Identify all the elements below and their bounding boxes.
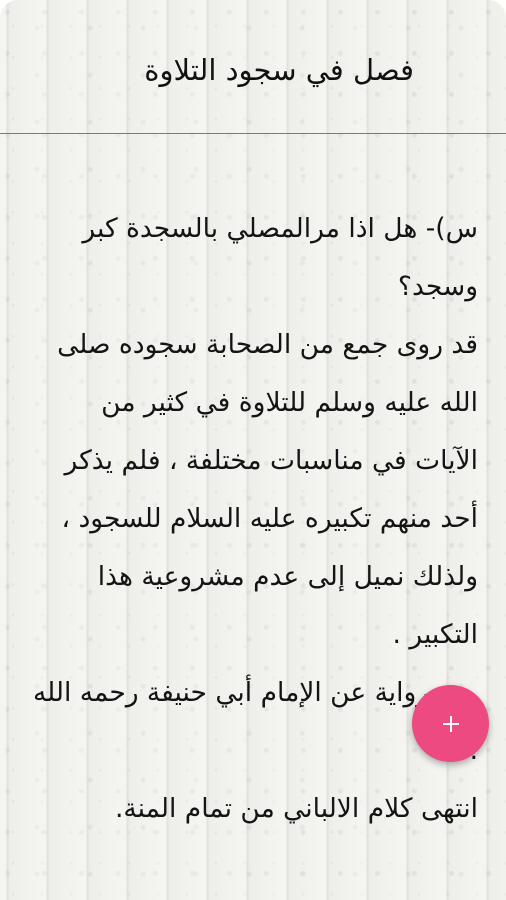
add-fab-button[interactable] — [412, 685, 489, 762]
plus-icon — [442, 715, 459, 732]
question-paragraph: س)- هل اذا مرالمصلي بالسجدة كبر وسجد؟ — [82, 213, 478, 302]
answer-paragraph: قد روى جمع من الصحابة سجوده صلى الله علي… — [57, 329, 478, 650]
app-screen: فصل في سجود التلاوة س)- هل اذا مرالمصلي … — [0, 0, 506, 900]
page-title: فصل في سجود التلاوة — [144, 53, 414, 87]
article-body: س)- هل اذا مرالمصلي بالسجدة كبر وسجد؟ قد… — [32, 200, 478, 838]
header-bar: فصل في سجود التلاوة — [0, 0, 506, 134]
source-paragraph: انتهى كلام الالباني من تمام المنة. — [114, 793, 478, 824]
